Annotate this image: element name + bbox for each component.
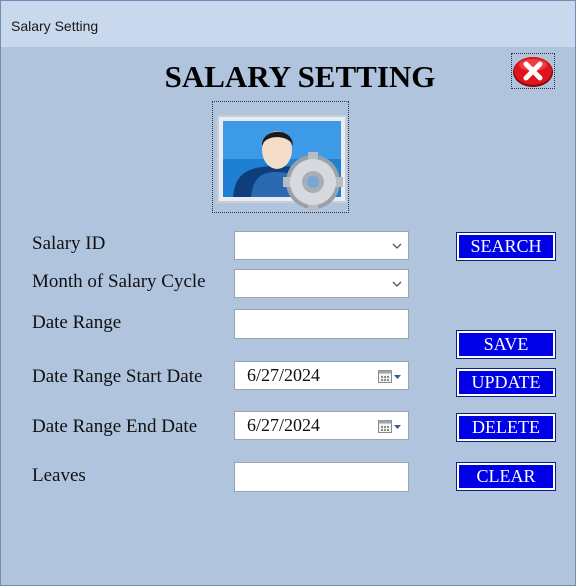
salary-id-label: Salary ID — [32, 233, 106, 254]
calendar-icon[interactable] — [378, 369, 402, 384]
salary-id-dropdown[interactable] — [234, 231, 409, 260]
user-settings-icon — [217, 115, 347, 210]
title-bar: Salary Setting — [1, 1, 575, 47]
update-button[interactable]: UPDATE — [456, 368, 556, 397]
date-range-input[interactable] — [234, 309, 409, 339]
chevron-down-icon — [392, 281, 402, 287]
start-date-label: Date Range Start Date — [32, 366, 203, 387]
end-date-label: Date Range End Date — [32, 416, 198, 437]
month-cycle-label: Month of Salary Cycle — [32, 271, 206, 292]
user-settings-picture — [212, 101, 349, 213]
search-button[interactable]: SEARCH — [456, 232, 556, 261]
calendar-icon[interactable] — [378, 419, 402, 434]
delete-button[interactable]: DELETE — [456, 413, 556, 442]
salary-setting-window: Salary Setting SALARY SETTING Salary ID … — [0, 0, 576, 586]
start-date-value: 6/27/2024 — [247, 365, 321, 385]
window-title: Salary Setting — [11, 18, 99, 34]
save-button[interactable]: SAVE — [456, 330, 556, 359]
page-title: SALARY SETTING — [164, 59, 436, 94]
close-icon — [513, 57, 553, 87]
month-cycle-dropdown[interactable] — [234, 269, 409, 298]
end-date-value: 6/27/2024 — [247, 415, 321, 435]
start-date-picker[interactable]: 6/27/2024 — [234, 361, 409, 390]
chevron-down-icon — [392, 243, 402, 249]
leaves-label: Leaves — [32, 465, 86, 486]
clear-button[interactable]: CLEAR — [456, 462, 556, 491]
leaves-input[interactable] — [234, 462, 409, 492]
end-date-picker[interactable]: 6/27/2024 — [234, 411, 409, 440]
date-range-label: Date Range — [32, 312, 122, 333]
close-button[interactable] — [511, 53, 555, 89]
